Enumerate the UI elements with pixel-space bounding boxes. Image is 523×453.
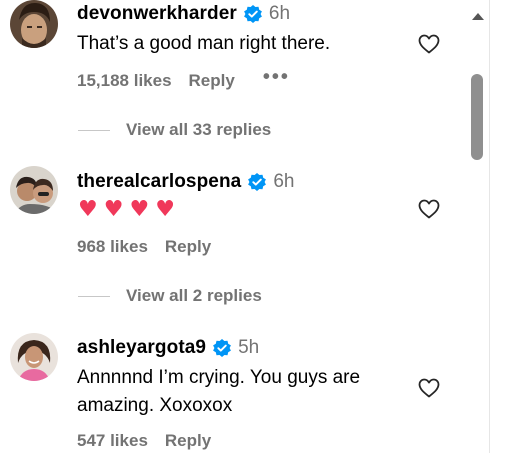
heart-outline-icon — [418, 378, 440, 398]
like-button[interactable] — [417, 376, 441, 400]
reply-button[interactable]: Reply — [189, 71, 235, 91]
more-options-button[interactable]: ••• — [263, 67, 290, 87]
comments-pane: devonwerkharder 6h That’s a good man rig… — [0, 0, 490, 453]
likes-count[interactable]: 547 likes — [77, 431, 148, 451]
likes-count[interactable]: 968 likes — [77, 237, 148, 257]
comment-time[interactable]: 6h — [269, 3, 290, 25]
pink-heart-emoji: ♥ — [78, 197, 98, 222]
comment-time[interactable]: 5h — [238, 337, 259, 359]
username[interactable]: therealcarlospena — [77, 171, 241, 193]
likes-count[interactable]: 15,188 likes — [77, 71, 172, 91]
view-replies-label: View all 33 replies — [126, 120, 272, 139]
avatar[interactable] — [10, 333, 58, 381]
view-replies-button[interactable]: View all 33 replies — [78, 120, 271, 140]
verified-badge-icon — [247, 172, 267, 192]
verified-badge-icon — [212, 338, 232, 358]
like-button[interactable] — [417, 32, 441, 56]
comment-emoji-text: ♥ ♥ ♥ ♥ — [78, 199, 175, 221]
page-margin — [490, 0, 523, 453]
comment-header: ashleyargota9 5h — [77, 337, 259, 359]
comment-time[interactable]: 6h — [273, 171, 294, 193]
reply-button[interactable]: Reply — [165, 237, 211, 257]
heart-outline-icon — [418, 199, 440, 219]
comment-meta: 547 likes Reply — [77, 431, 211, 451]
scrollbar-thumb[interactable] — [471, 74, 483, 160]
view-replies-button[interactable]: View all 2 replies — [78, 286, 262, 306]
avatar[interactable] — [10, 0, 58, 48]
like-button[interactable] — [417, 197, 441, 221]
comment-meta: 968 likes Reply — [77, 237, 211, 257]
scroll-up-arrow-icon[interactable] — [470, 9, 486, 21]
replies-divider — [78, 295, 110, 297]
heart-outline-icon — [418, 34, 440, 54]
pink-heart-emoji: ♥ — [155, 197, 175, 222]
pink-heart-emoji: ♥ — [103, 197, 124, 222]
username[interactable]: ashleyargota9 — [77, 337, 206, 359]
reply-button[interactable]: Reply — [165, 431, 211, 451]
comment-text: Annnnnd I’m crying. You guys are amazing… — [77, 367, 361, 416]
verified-badge-icon — [243, 4, 263, 24]
username[interactable]: devonwerkharder — [77, 3, 237, 25]
replies-divider — [78, 129, 110, 131]
pink-heart-emoji: ♥ — [129, 197, 150, 222]
avatar[interactable] — [10, 166, 58, 214]
comment-header: devonwerkharder 6h — [77, 3, 290, 25]
comment-meta: 15,188 likes Reply ••• — [77, 67, 290, 91]
comment-header: therealcarlospena 6h — [77, 171, 294, 193]
comment-text: That’s a good man right there. — [77, 33, 331, 54]
view-replies-label: View all 2 replies — [126, 286, 262, 305]
